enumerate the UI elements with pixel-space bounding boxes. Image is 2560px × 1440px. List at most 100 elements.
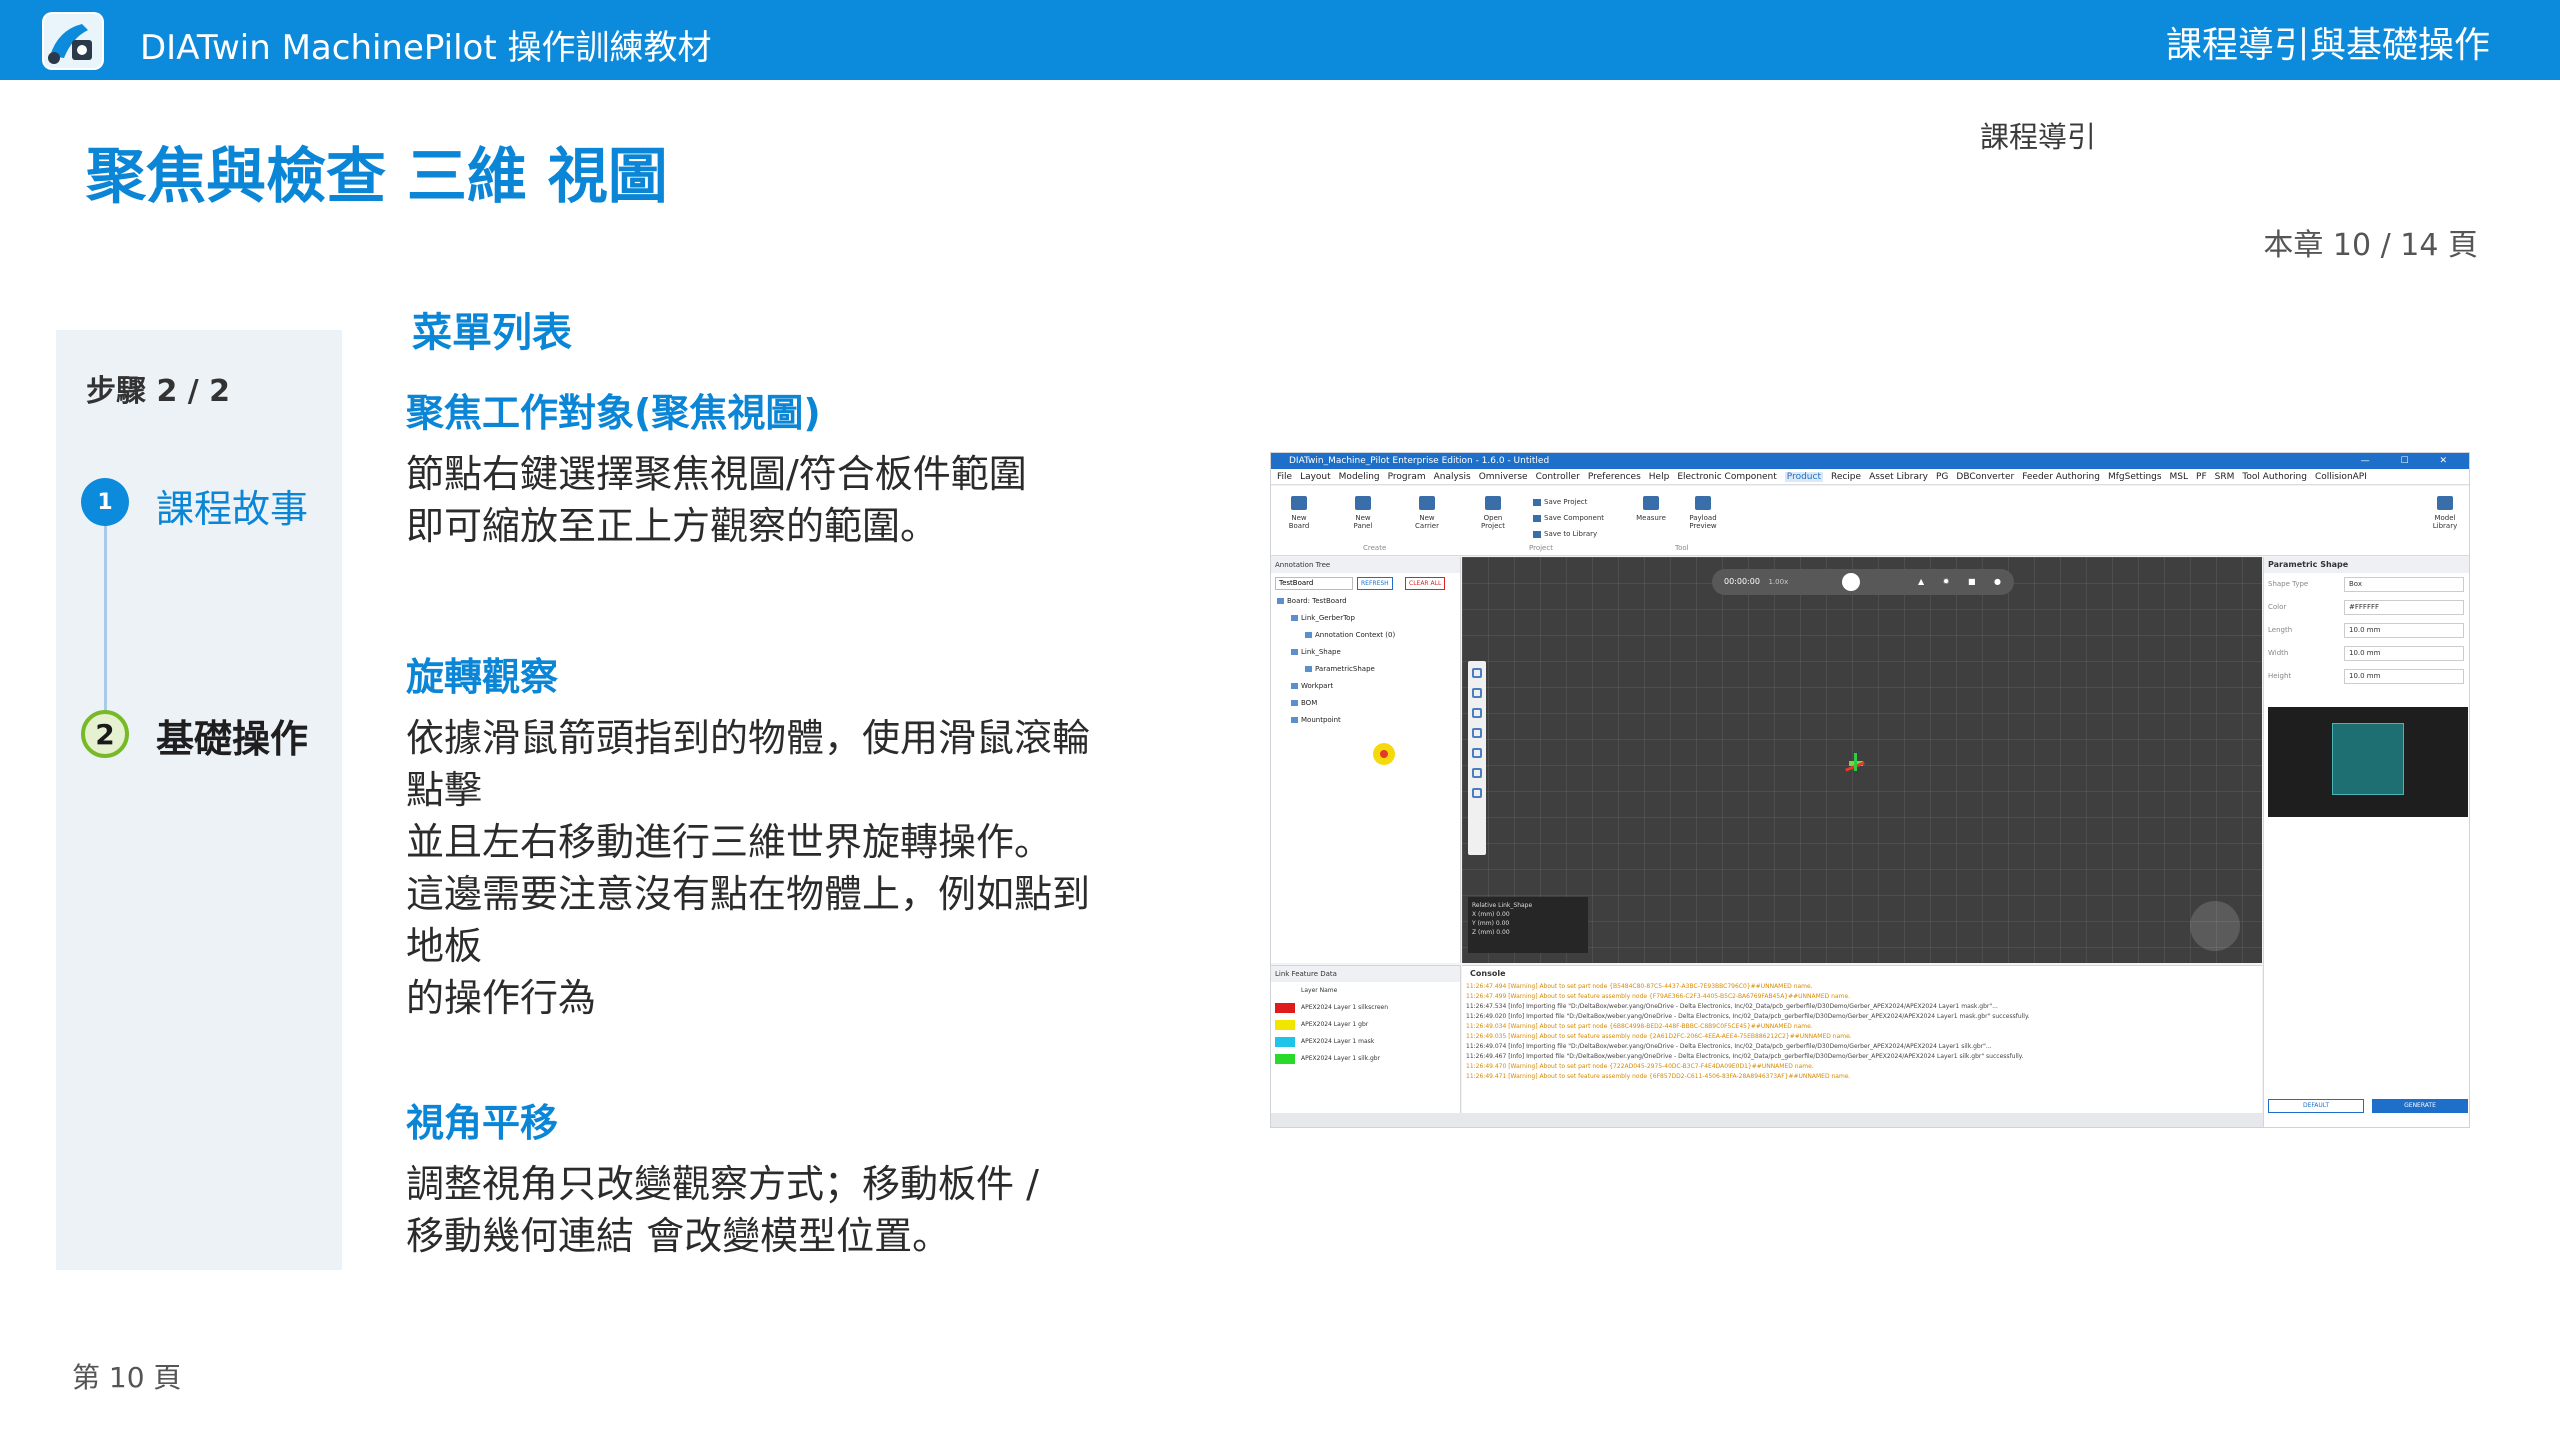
sw-menu-item[interactable]: MSL <box>2170 472 2189 482</box>
folder-icon <box>1485 496 1501 510</box>
sw-layer-row[interactable]: APEX2024 Layer 1 silk.gbr <box>1271 1050 1460 1067</box>
sw-console-line: 11:26:49.020 [Info] Imported file "D:/De… <box>1466 1013 2030 1020</box>
sw-tree-item[interactable]: Annotation Context (0) <box>1277 627 1460 644</box>
sw-window-controls[interactable]: — ☐ ✕ <box>2361 453 2461 469</box>
sw-menu-item[interactable]: DBConverter <box>1956 472 2014 482</box>
step-2-number[interactable]: 2 <box>81 710 129 758</box>
target-icon[interactable] <box>1472 788 1482 798</box>
sw-menu-item[interactable]: Tool Authoring <box>2242 472 2307 482</box>
sw-open-project-label: Open Project <box>1481 514 1505 530</box>
sw-tree-item[interactable]: Mountpoint <box>1277 712 1460 729</box>
sw-3d-viewport[interactable]: 00:00:00 1.00x ▲ ✹ ■ ● Relative Link_Sha… <box>1462 557 2262 963</box>
sw-tree-item[interactable]: Link_GerberTop <box>1277 610 1460 627</box>
grid-icon[interactable] <box>1472 728 1482 738</box>
sw-menu-item[interactable]: Recipe <box>1831 472 1861 482</box>
rotate-heading: 旋轉觀察 <box>406 655 559 699</box>
sw-menu-item[interactable]: Layout <box>1300 472 1331 482</box>
sphere-icon[interactable] <box>1472 768 1482 778</box>
sw-tree-item[interactable]: BOM <box>1277 695 1460 712</box>
sw-menu-item[interactable]: Analysis <box>1434 472 1471 482</box>
sw-layer-row[interactable]: APEX2024 Layer 1 silkscreen <box>1271 999 1460 1016</box>
sw-save-project-button[interactable]: Save Project <box>1533 498 1587 506</box>
sw-menu-item[interactable]: Omniverse <box>1479 472 1528 482</box>
zoom-icon[interactable] <box>1472 688 1482 698</box>
sw-generate-button[interactable]: GENERATE <box>2372 1099 2468 1113</box>
sw-relative-info-row: Y (mm) 0.00 <box>1472 920 1510 927</box>
sw-console-line: 11:26:49.034 [Warning] About to set part… <box>1466 1023 1813 1030</box>
sw-menu-item[interactable]: Program <box>1388 472 1426 482</box>
sw-playback-time: 00:00:00 <box>1724 577 1760 586</box>
sw-menu-item[interactable]: Preferences <box>1588 472 1641 482</box>
sw-length-field[interactable]: 10.0 mm <box>2344 623 2464 638</box>
sw-tree-item[interactable]: ParametricShape <box>1277 661 1460 678</box>
sw-measure-button[interactable]: Measure <box>1633 496 1669 522</box>
steps-panel: 步驟 2 / 2 1 課程故事 2 基礎操作 <box>56 330 342 1270</box>
app-logo-icon <box>42 12 104 70</box>
step-1-label[interactable]: 課程故事 <box>156 478 308 533</box>
fit-view-icon[interactable] <box>1472 668 1482 678</box>
sw-clear-all-button[interactable]: CLEAR ALL <box>1405 577 1446 590</box>
footer-page-number: 第 10 頁 <box>72 1361 182 1394</box>
sw-board-select[interactable]: TestBoard <box>1275 577 1353 590</box>
sw-payload-preview-button[interactable]: Payload Preview <box>1685 496 1721 530</box>
step-1-number[interactable]: 1 <box>81 478 129 526</box>
app-screenshot: DIATwin_Machine_Pilot Enterprise Edition… <box>1270 452 2470 1128</box>
sw-tree-item[interactable]: Workpart <box>1277 678 1460 695</box>
sw-payload-preview-label: Payload Preview <box>1689 514 1717 530</box>
sw-view-tools <box>1468 661 1486 855</box>
sw-shape-type-label: Shape Type <box>2268 580 2309 588</box>
sw-menu-item[interactable]: PF <box>2196 472 2207 482</box>
sw-parametric-shape-title: Parametric Shape <box>2264 557 2469 573</box>
model-gizmo-icon[interactable] <box>1845 753 1865 773</box>
box-preview-icon <box>2332 723 2404 795</box>
sw-console-panel: Console 11:26:47.494 [Warning] About to … <box>1462 965 2262 1113</box>
sw-tree-item[interactable]: Link_Shape <box>1277 644 1460 661</box>
sw-layer-name: APEX2024 Layer 1 gbr <box>1301 1021 1369 1028</box>
sw-default-button[interactable]: DEFAULT <box>2268 1099 2364 1113</box>
sw-relative-info-title: Relative Link_Shape <box>1472 902 1533 909</box>
sw-menu-item[interactable]: Product <box>1784 472 1823 482</box>
sw-shape-type-select[interactable]: Box <box>2344 577 2464 592</box>
sw-save-to-library-button[interactable]: Save to Library <box>1533 530 1597 538</box>
pan-line-2: 移動幾何連結 會改變模型位置。 <box>406 1214 951 1258</box>
sw-layer-row[interactable]: APEX2024 Layer 1 mask <box>1271 1033 1460 1050</box>
top-bar: DIATwin MachinePilot 操作訓練教材 課程導引與基礎操作 <box>0 0 2560 80</box>
sw-menu-item[interactable]: Controller <box>1536 472 1580 482</box>
sw-menu-item[interactable]: Feeder Authoring <box>2022 472 2100 482</box>
sw-console-line: 11:26:49.074 [Info] Importing file "D:/D… <box>1466 1043 1992 1050</box>
sw-length-row: Length 10.0 mm <box>2264 619 2469 642</box>
sw-new-carrier-button[interactable]: New Carrier <box>1409 496 1445 530</box>
sw-menu-item[interactable]: MfgSettings <box>2108 472 2162 482</box>
sw-new-panel-button[interactable]: New Panel <box>1345 496 1381 530</box>
sw-refresh-button[interactable]: REFRESH <box>1357 577 1393 590</box>
sw-measure-label: Measure <box>1636 514 1666 522</box>
sw-model-library-button[interactable]: Model Library <box>2427 496 2463 530</box>
sw-menu-item[interactable]: PG <box>1936 472 1948 482</box>
rotate-line-6: 的操作行為 <box>406 976 597 1020</box>
sw-tree-item[interactable]: Board: TestBoard <box>1277 593 1460 610</box>
sw-menu-item[interactable]: CollisionAPI <box>2315 472 2367 482</box>
sw-height-field[interactable]: 10.0 mm <box>2344 669 2464 684</box>
sw-color-field[interactable]: #FFFFFF <box>2344 600 2464 615</box>
axis-icon[interactable] <box>1472 748 1482 758</box>
sw-width-label: Width <box>2268 649 2289 657</box>
play-icon[interactable] <box>1842 573 1860 591</box>
navigation-pad-icon[interactable] <box>2190 901 2240 951</box>
sw-width-field[interactable]: 10.0 mm <box>2344 646 2464 661</box>
sw-menu-item[interactable]: Electronic Component <box>1677 472 1776 482</box>
step-connector-line <box>104 508 107 728</box>
pan-icon[interactable] <box>1472 708 1482 718</box>
sw-save-component-button[interactable]: Save Component <box>1533 514 1604 522</box>
sw-menu-item[interactable]: File <box>1277 472 1292 482</box>
sw-viewport-tool-icons[interactable]: ▲ ✹ ■ ● <box>1918 569 2009 595</box>
sw-menu-item[interactable]: Help <box>1649 472 1670 482</box>
sw-menu-item[interactable]: Asset Library <box>1869 472 1928 482</box>
sw-layer-row[interactable]: APEX2024 Layer 1 gbr <box>1271 1016 1460 1033</box>
sw-menu-item[interactable]: Modeling <box>1339 472 1380 482</box>
step-2-label[interactable]: 基礎操作 <box>156 708 308 763</box>
sw-menu-item[interactable]: SRM <box>2215 472 2235 482</box>
menu-heading: 菜單列表 <box>412 310 572 356</box>
sw-new-board-button[interactable]: New Board <box>1281 496 1317 530</box>
sw-open-project-button[interactable]: Open Project <box>1475 496 1511 530</box>
sw-console-line: 11:26:49.470 [Warning] About to set part… <box>1466 1063 1814 1070</box>
